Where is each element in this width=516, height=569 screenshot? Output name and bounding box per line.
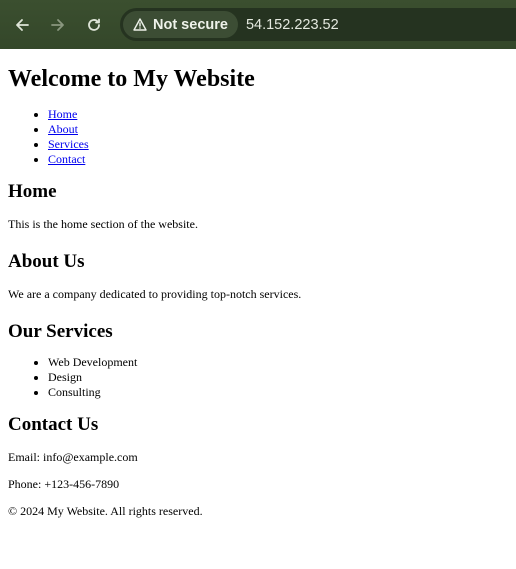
- security-indicator[interactable]: Not secure: [123, 11, 238, 38]
- contact-heading: Contact Us: [8, 414, 99, 435]
- nav-link-about[interactable]: About: [48, 122, 78, 136]
- contact-phone: Phone: +123-456-7890: [8, 477, 120, 491]
- nav-link-services[interactable]: Services: [48, 137, 89, 151]
- list-item: Web Development: [48, 355, 508, 370]
- footer-text: © 2024 My Website. All rights reserved.: [8, 504, 203, 518]
- warning-triangle-icon: [133, 18, 147, 31]
- services-list: Web Development Design Consulting: [8, 355, 508, 400]
- nav-link-contact[interactable]: Contact: [48, 152, 85, 166]
- about-heading: About Us: [8, 251, 85, 272]
- about-section: About Us We are a company dedicated to p…: [8, 251, 508, 301]
- security-label: Not secure: [153, 16, 228, 33]
- list-item: Design: [48, 370, 508, 385]
- forward-button[interactable]: [40, 7, 76, 43]
- nav-item-services: Services: [48, 137, 508, 152]
- page-title: Welcome to My Website: [8, 66, 255, 92]
- arrow-right-icon: [51, 18, 64, 31]
- page-content: Welcome to My Website Home About Service…: [0, 65, 516, 518]
- about-text: We are a company dedicated to providing …: [8, 287, 302, 301]
- nav-link-home[interactable]: Home: [48, 107, 77, 121]
- contact-email: Email: info@example.com: [8, 450, 138, 464]
- nav-item-about: About: [48, 122, 508, 137]
- nav-item-contact: Contact: [48, 152, 508, 167]
- arrow-left-icon: [16, 18, 29, 31]
- browser-toolbar: Not secure 54.152.223.52: [0, 0, 516, 49]
- home-heading: Home: [8, 181, 57, 202]
- reload-icon: [88, 18, 100, 31]
- home-text: This is the home section of the website.: [8, 217, 198, 231]
- reload-button[interactable]: [76, 7, 112, 43]
- address-bar[interactable]: Not secure 54.152.223.52: [120, 8, 516, 41]
- services-heading: Our Services: [8, 321, 113, 342]
- site-nav: Home About Services Contact: [8, 107, 508, 167]
- services-section: Our Services Web Development Design Cons…: [8, 321, 508, 400]
- back-button[interactable]: [4, 7, 40, 43]
- home-section: Home This is the home section of the web…: [8, 181, 508, 231]
- nav-item-home: Home: [48, 107, 508, 122]
- contact-section: Contact Us Email: info@example.com Phone…: [8, 414, 508, 491]
- list-item: Consulting: [48, 385, 508, 400]
- url-text[interactable]: 54.152.223.52: [246, 17, 339, 33]
